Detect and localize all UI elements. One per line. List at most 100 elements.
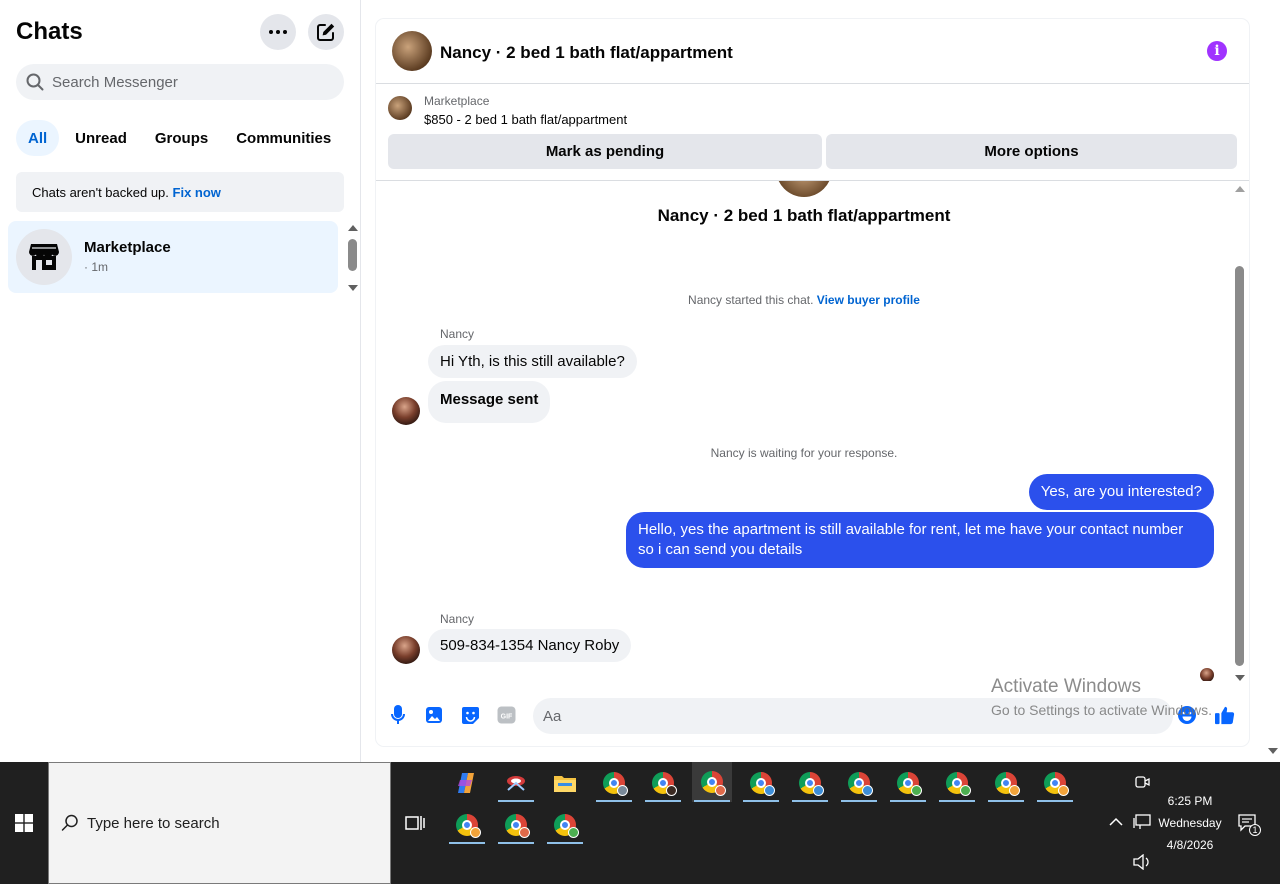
app-running-indicator <box>841 800 877 802</box>
search-input[interactable] <box>52 73 322 91</box>
taskbar-app-copilot[interactable] <box>446 764 486 802</box>
page-scroll-down-arrow-icon[interactable] <box>1268 748 1278 754</box>
meet-now-icon <box>1135 776 1150 788</box>
app-running-indicator <box>498 842 534 844</box>
listing-price-title[interactable]: $850 - 2 bed 1 bath flat/appartment <box>424 112 627 127</box>
svg-text:GIF: GIF <box>500 714 512 721</box>
incoming-message[interactable]: Message sent <box>428 381 551 423</box>
tab-unread[interactable]: Unread <box>63 120 139 156</box>
taskbar-app-chrome[interactable] <box>447 806 487 844</box>
search-box[interactable] <box>16 64 344 100</box>
start-button[interactable] <box>0 762 48 884</box>
clock-date[interactable]: 4/8/2026 <box>1150 838 1230 852</box>
outgoing-message[interactable]: Hello, yes the apartment is still availa… <box>626 512 1214 568</box>
taskbar-app-chrome[interactable] <box>839 764 879 802</box>
emoji-button[interactable] <box>1177 705 1197 725</box>
thread-intro-title: Nancy · 2 bed 1 bath flat/appartment <box>657 206 951 225</box>
meet-now-button[interactable] <box>1134 774 1150 793</box>
more-options-button[interactable] <box>260 14 296 50</box>
marketplace-listing-bar: Marketplace $850 - 2 bed 1 bath flat/app… <box>376 84 1249 181</box>
notifications-button[interactable]: 1 <box>1238 814 1261 836</box>
taskbar-app-file-explorer[interactable] <box>545 764 585 802</box>
incoming-message[interactable]: Hi Yth, is this still available? <box>428 345 637 378</box>
search-icon <box>26 73 44 91</box>
snipping-tool-icon <box>507 776 525 791</box>
taskbar-app-chrome[interactable] <box>594 764 634 802</box>
mark-as-pending-button[interactable]: Mark as pending <box>388 134 822 169</box>
thread-scrollbar[interactable] <box>1234 184 1246 681</box>
chat-list-item-marketplace[interactable]: Marketplace · 1m <box>8 221 338 293</box>
message-input[interactable] <box>543 707 1143 725</box>
taskbar-app-chrome[interactable] <box>1035 764 1075 802</box>
folder-icon <box>554 776 576 792</box>
listing-avatar[interactable] <box>392 31 432 71</box>
nancy-avatar[interactable] <box>392 397 420 425</box>
scrollbar-thumb[interactable] <box>1235 266 1244 666</box>
message-composer: GIF <box>376 691 1249 741</box>
send-like-button[interactable] <box>1215 705 1235 725</box>
taskbar-app-snipping[interactable] <box>496 764 536 802</box>
profile-badge-icon <box>862 785 873 796</box>
listing-more-options-button[interactable]: More options <box>826 134 1237 169</box>
nancy-avatar[interactable] <box>392 636 420 664</box>
taskbar-app-chrome[interactable] <box>496 806 536 844</box>
tab-all[interactable]: All <box>16 120 60 156</box>
scroll-down-arrow-icon[interactable] <box>1235 675 1245 681</box>
taskbar-app-chrome[interactable] <box>790 764 830 802</box>
info-icon[interactable]: i <box>1207 41 1227 61</box>
storefront-icon <box>29 244 59 270</box>
profile-badge-icon <box>470 827 481 838</box>
profile-badge-icon <box>911 785 922 796</box>
tab-communities[interactable]: Communities <box>224 120 343 156</box>
new-message-button[interactable] <box>308 14 344 50</box>
clock-day[interactable]: Wednesday <box>1150 816 1230 830</box>
attach-photo-button[interactable] <box>424 705 444 725</box>
scroll-down-arrow-icon[interactable] <box>348 285 358 291</box>
incoming-message[interactable]: 509-834-1354 Nancy Roby <box>428 629 632 662</box>
search-icon <box>61 814 78 831</box>
windows-logo-icon <box>15 814 33 832</box>
conversation-title[interactable]: Nancy · 2 bed 1 bath flat/appartment <box>440 43 733 63</box>
tab-groups[interactable]: Groups <box>143 120 220 156</box>
clock-time[interactable]: 6:25 PM <box>1150 794 1230 808</box>
sidebar-scrollbar[interactable] <box>347 225 359 291</box>
marketplace-avatar <box>16 229 72 285</box>
speaker-icon <box>1133 853 1149 871</box>
app-running-indicator <box>1037 800 1073 802</box>
taskbar-app-chrome[interactable] <box>643 764 683 802</box>
taskbar-app-chrome[interactable] <box>741 764 781 802</box>
taskbar-app-chrome[interactable] <box>888 764 928 802</box>
taskbar-app-chrome[interactable] <box>986 764 1026 802</box>
scrollbar-thumb[interactable] <box>348 239 357 271</box>
show-hidden-icons-button[interactable] <box>1109 816 1123 830</box>
network-button[interactable] <box>1133 814 1151 833</box>
photo-icon <box>426 707 442 723</box>
taskbar-app-chrome[interactable] <box>937 764 977 802</box>
profile-badge-icon <box>519 827 530 838</box>
notification-count-badge: 1 <box>1249 824 1261 836</box>
voice-clip-button[interactable] <box>388 705 408 725</box>
chevron-up-icon <box>1109 817 1123 826</box>
taskbar-app-chrome-active[interactable] <box>692 762 732 802</box>
sticker-button[interactable] <box>460 705 480 725</box>
view-buyer-profile-link[interactable]: View buyer profile <box>817 293 920 307</box>
conversation-header: Nancy · 2 bed 1 bath flat/appartment i <box>376 19 1249 84</box>
taskbar-app-chrome[interactable] <box>545 806 585 844</box>
app-running-indicator <box>694 800 730 802</box>
outgoing-message[interactable]: Yes, are you interested? <box>1028 474 1214 510</box>
message-thread: Nancy · 2 bed 1 bath flat/appartment Nan… <box>376 181 1238 681</box>
message-input-box[interactable] <box>533 698 1173 734</box>
fix-now-link[interactable]: Fix now <box>173 185 221 200</box>
copilot-icon <box>458 773 474 793</box>
sidebar-title: Chats <box>16 18 83 45</box>
windows-taskbar: Type here to search 6:25 PM Wednesday 4/… <box>0 762 1280 884</box>
task-view-button[interactable] <box>405 814 425 837</box>
scroll-up-arrow-icon[interactable] <box>348 225 358 231</box>
gif-button[interactable]: GIF <box>496 705 516 725</box>
chat-timestamp: · 1m <box>84 260 108 274</box>
taskbar-search[interactable]: Type here to search <box>48 762 391 884</box>
profile-badge-icon <box>617 785 628 796</box>
listing-thumbnail[interactable] <box>388 96 412 120</box>
volume-button[interactable] <box>1133 853 1151 873</box>
scroll-up-arrow-icon[interactable] <box>1235 186 1245 192</box>
